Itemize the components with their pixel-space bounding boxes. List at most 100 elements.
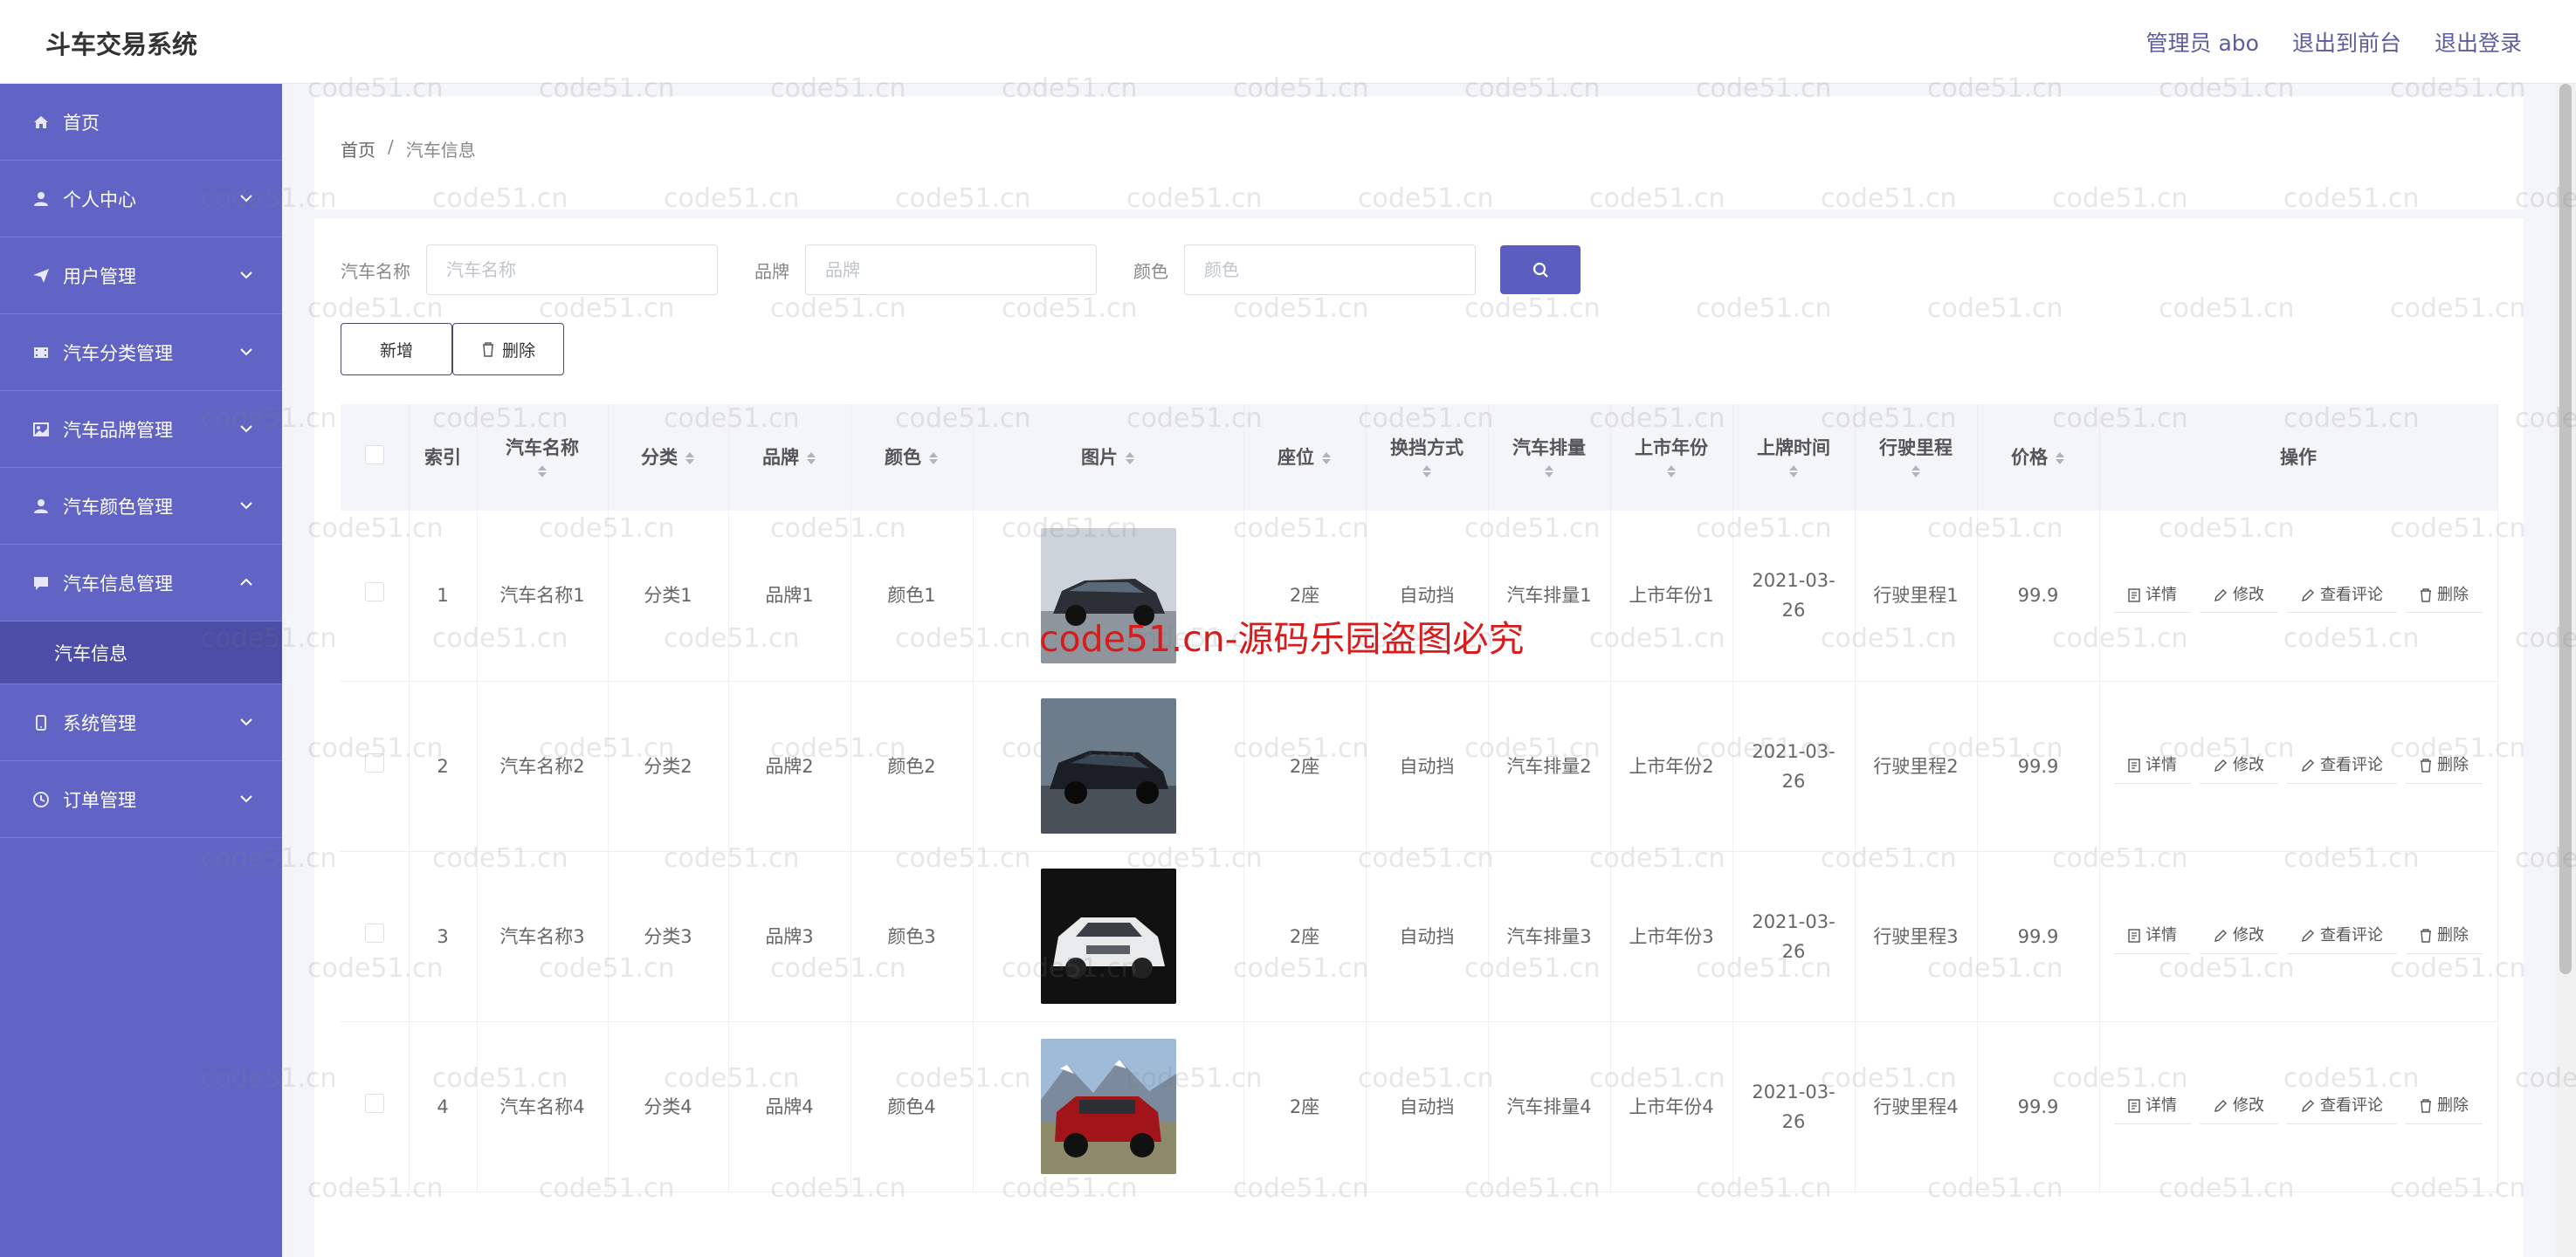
add-button[interactable]: 新增: [341, 323, 452, 375]
row-checkbox[interactable]: [364, 752, 384, 773]
cell-price: 99.9: [1977, 681, 2100, 852]
page-scrollbar[interactable]: [2555, 84, 2576, 1257]
sidebar-subitem-car-info[interactable]: 汽车信息: [0, 622, 282, 684]
sidebar-item-profile[interactable]: 个人中心: [0, 161, 282, 237]
cell-color: 颜色4: [851, 1021, 974, 1192]
sort-icon: [1789, 465, 1798, 477]
cell-mileage: 行驶里程4: [1855, 1021, 1978, 1192]
car-image[interactable]: [1040, 1039, 1176, 1174]
color-label: 颜色: [1133, 260, 1168, 282]
logout-link[interactable]: 退出登录: [2435, 26, 2522, 58]
col-name[interactable]: 汽车名称: [477, 404, 609, 511]
col-plate-time[interactable]: 上牌时间: [1732, 404, 1856, 511]
edit-button[interactable]: 修改: [2200, 1089, 2278, 1124]
cell-brand-text: 品牌4: [765, 1096, 814, 1117]
cell-color: 颜色2: [851, 681, 974, 852]
sort-icon: [929, 452, 938, 464]
back-to-front-link[interactable]: 退出到前台: [2292, 26, 2401, 58]
edit-button[interactable]: 修改: [2200, 918, 2278, 954]
cell-index-text: 2: [437, 755, 449, 777]
select-all-checkbox[interactable]: [364, 444, 384, 464]
cell-brand: 品牌3: [728, 851, 851, 1022]
detail-button[interactable]: 详情: [2114, 1089, 2191, 1124]
sidebar-item-home[interactable]: 首页: [0, 84, 282, 161]
car-image[interactable]: [1040, 698, 1176, 834]
breadcrumb-separator: /: [388, 136, 394, 157]
row-checkbox[interactable]: [364, 582, 384, 602]
cell-category: 分类1: [608, 511, 729, 682]
row-delete-button[interactable]: 删除: [2406, 578, 2483, 614]
phone-icon: [31, 713, 51, 732]
chevron-down-icon: [240, 502, 252, 510]
edit-button[interactable]: 修改: [2200, 578, 2278, 614]
detail-label: 详情: [2146, 585, 2177, 604]
table-row[interactable]: 1 汽车名称1 分类1 品牌1 颜色1 2座 自动挡 汽车排量1 上市年份1 2021-03-26…: [341, 511, 2498, 682]
delete-button-label: 删除: [501, 340, 535, 361]
color-input[interactable]: [1184, 244, 1476, 295]
sidebar-item-car-color[interactable]: 汽车颜色管理: [0, 468, 282, 545]
edit-button[interactable]: 修改: [2200, 748, 2278, 784]
sort-icon: [807, 452, 816, 464]
breadcrumb-bar: 首页 / 汽车信息: [314, 96, 2524, 210]
chevron-down-icon: [240, 348, 252, 356]
sidebar-item-car-category[interactable]: 汽车分类管理: [0, 314, 282, 391]
view-comments-button[interactable]: 查看评论: [2287, 748, 2397, 784]
cell-checkbox: [341, 1021, 410, 1192]
row-delete-button[interactable]: 删除: [2406, 918, 2483, 954]
cell-brand: 品牌4: [728, 1021, 851, 1192]
row-delete-button[interactable]: 删除: [2406, 748, 2483, 784]
chevron-down-icon: [240, 795, 252, 803]
col-price[interactable]: 价格: [1977, 404, 2100, 511]
col-plate-time-label: 上牌时间: [1757, 437, 1830, 458]
view-comments-button[interactable]: 查看评论: [2287, 578, 2397, 614]
detail-label: 详情: [2146, 756, 2177, 774]
detail-button[interactable]: 详情: [2114, 918, 2191, 954]
clock-icon: [31, 790, 51, 809]
scroll-thumb[interactable]: [2559, 84, 2572, 974]
delete-button[interactable]: 删除: [452, 323, 564, 375]
cell-index-text: 1: [437, 585, 449, 607]
table-row[interactable]: 3 汽车名称3 分类3 品牌3 颜色3 2座 自动挡 汽车排量3 上市年份3 2021-03-26…: [341, 851, 2498, 1022]
sidebar-item-label: 首页: [63, 112, 100, 134]
table-row[interactable]: 4 汽车名称4 分类4 品牌4 颜色4 2座 自动挡 汽车排量4 上市年份4 2021-03-26…: [341, 1021, 2498, 1192]
sidebar-item-system[interactable]: 系统管理: [0, 684, 282, 761]
col-year[interactable]: 上市年份: [1610, 404, 1733, 511]
cell-year-text: 上市年份4: [1629, 1096, 1714, 1117]
header-links: 管理员 abo 退出到前台 退出登录: [2146, 26, 2522, 58]
sort-icon: [685, 452, 694, 464]
breadcrumb-home[interactable]: 首页: [341, 136, 375, 161]
table-row[interactable]: 2 汽车名称2 分类2 品牌2 颜色2 2座 自动挡 汽车排量2 上市年份2 2021-03-26…: [341, 681, 2498, 852]
row-actions: 详情 修改 查看评论 删除: [2100, 1089, 2497, 1124]
col-image[interactable]: 图片: [973, 404, 1244, 511]
car-name-input[interactable]: [426, 244, 718, 295]
sort-icon: [1422, 465, 1431, 477]
car-image[interactable]: [1040, 527, 1176, 663]
col-gear[interactable]: 换挡方式: [1366, 404, 1489, 511]
row-delete-button[interactable]: 删除: [2406, 1089, 2483, 1124]
sidebar-item-label: 汽车信息管理: [63, 573, 173, 594]
col-color[interactable]: 颜色: [851, 404, 974, 511]
sidebar-item-car-info[interactable]: 汽车信息管理: [0, 545, 282, 622]
col-seats[interactable]: 座位: [1243, 404, 1367, 511]
search-button[interactable]: [1500, 245, 1581, 294]
detail-button[interactable]: 详情: [2114, 748, 2191, 784]
view-comments-button[interactable]: 查看评论: [2287, 1089, 2397, 1124]
sidebar-item-car-brand[interactable]: 汽车品牌管理: [0, 391, 282, 468]
col-displacement[interactable]: 汽车排量: [1488, 404, 1611, 511]
brand-input[interactable]: [805, 244, 1097, 295]
car-image[interactable]: [1040, 869, 1176, 1004]
col-brand[interactable]: 品牌: [728, 404, 851, 511]
row-checkbox[interactable]: [364, 1093, 384, 1113]
admin-user-link[interactable]: 管理员 abo: [2146, 26, 2259, 58]
document-icon: [2128, 929, 2140, 943]
sidebar-item-users[interactable]: 用户管理: [0, 237, 282, 314]
col-mileage[interactable]: 行驶里程: [1855, 404, 1978, 511]
cell-gear: 自动挡: [1366, 851, 1489, 1022]
detail-button[interactable]: 详情: [2114, 578, 2191, 614]
sidebar-item-orders[interactable]: 订单管理: [0, 761, 282, 838]
col-category[interactable]: 分类: [608, 404, 729, 511]
cell-price-text: 99.9: [2017, 1096, 2059, 1117]
view-comments-button[interactable]: 查看评论: [2287, 918, 2397, 954]
row-checkbox[interactable]: [364, 923, 384, 943]
cell-price-text: 99.9: [2017, 925, 2059, 947]
